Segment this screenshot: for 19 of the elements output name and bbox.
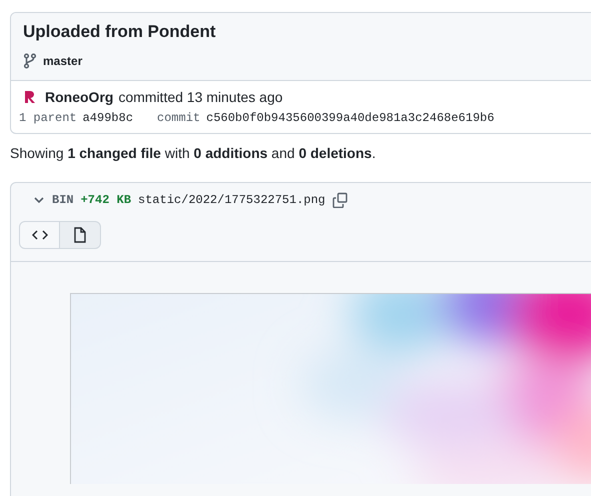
file-path: static/2022/1775322751.png	[138, 193, 326, 207]
diff-summary: Showing 1 changed file with 0 additions and 0 deletions.	[10, 145, 377, 161]
parent-label: 1 parent	[19, 111, 77, 125]
branch-name[interactable]: master	[43, 54, 82, 68]
commit-title: Uploaded from Pondent	[23, 22, 217, 42]
source-view-button[interactable]	[19, 221, 60, 249]
rich-view-button[interactable]	[60, 221, 101, 249]
commit-label: commit	[157, 111, 200, 125]
code-icon	[32, 229, 48, 241]
avatar-icon	[22, 89, 38, 105]
file-icon	[73, 227, 87, 243]
branch-icon	[23, 53, 37, 69]
commit-hash: c560b0f0b9435600399a40de981a3c2468e619b6	[206, 111, 494, 125]
parent-hash[interactable]: a499b8c	[82, 111, 134, 125]
file-size: +742 KB	[80, 193, 132, 207]
file-type: BIN	[52, 193, 74, 207]
commit-time: committed 13 minutes ago	[118, 89, 283, 105]
author-name[interactable]: RoneoOrg	[45, 89, 114, 105]
copy-icon[interactable]	[332, 192, 348, 208]
